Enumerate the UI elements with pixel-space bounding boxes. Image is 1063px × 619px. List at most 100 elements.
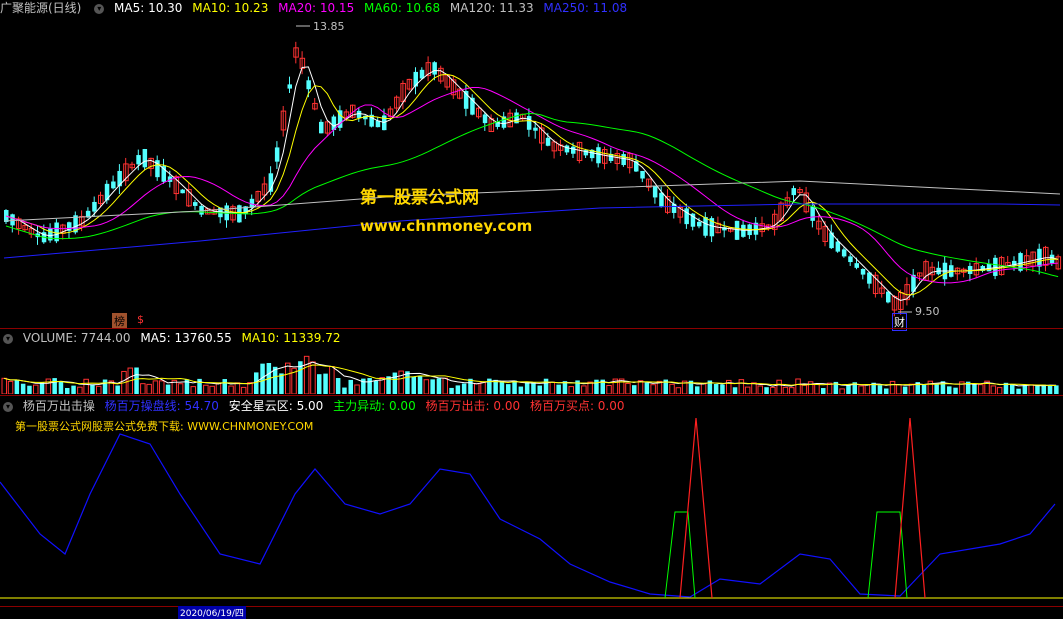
indicator-line4: 杨百万出击: 0.00 (425, 399, 521, 413)
candle-body-down (810, 206, 815, 221)
ma250-label: MA250: 11.08 (543, 1, 628, 15)
volume-bar-up (303, 355, 310, 394)
volume-bar-up (329, 366, 335, 394)
low-price-label: 9.50 (915, 305, 940, 318)
date-axis[interactable]: 2020/06/19/四 (0, 606, 1063, 619)
volume-bar-down (373, 380, 379, 394)
volume-bar-down (27, 385, 32, 394)
candle-body-down (835, 241, 841, 252)
watermark-title: 第一股票公式网 (360, 188, 479, 208)
candle-body-down (10, 214, 15, 226)
volume-bar-up (789, 387, 795, 394)
candle-body-down (482, 114, 488, 124)
candle-body-down (193, 202, 198, 206)
candle-body-down (1037, 248, 1042, 267)
vol-ma10-label: MA10: 11339.72 (241, 331, 341, 345)
indicator-line1: 杨百万操盘线: 54.70 (104, 399, 219, 413)
chevron-down-icon[interactable]: ▾ (3, 401, 13, 412)
volume-chart[interactable] (0, 346, 1063, 394)
indicator-line2: 安全星云区: 5.00 (228, 399, 324, 413)
ma5-label: MA5: 10.30 (114, 1, 183, 15)
volume-bar-down (764, 387, 769, 394)
volume-bar-up (625, 382, 631, 394)
volume-bar-down (348, 379, 353, 394)
volume-bar-up (770, 386, 776, 394)
vol-ma10-line (3, 364, 1057, 386)
vol-ma5-line (3, 361, 1057, 387)
volume-bar-down (877, 385, 883, 394)
candle-body-down (92, 201, 97, 212)
volume-bar-down (335, 378, 341, 394)
volume-bar-up (215, 382, 222, 394)
volume-bar-up (247, 382, 253, 394)
volume-bar-up (757, 385, 763, 394)
dollar-badge[interactable]: $ (137, 313, 144, 326)
rank-badge[interactable]: 榜 (112, 313, 127, 329)
volume-bar-up (140, 383, 146, 394)
high-price-label: 13.85 (313, 20, 345, 33)
candle-body-down (306, 80, 311, 90)
volume-bar-down (512, 380, 517, 394)
volume-bar-down (695, 386, 700, 394)
indicator-line5: 杨百万买点: 0.00 (529, 399, 625, 413)
candle-body-down (564, 145, 570, 153)
volume-bar-up (96, 385, 102, 394)
volume-bar-up (776, 379, 782, 394)
candle-body-down (684, 208, 689, 225)
indicator-name[interactable]: 杨百万出击操 (23, 399, 95, 413)
candle-body-down (274, 147, 280, 162)
volume-bar-up (190, 386, 196, 394)
volume-bar-down (342, 387, 347, 394)
volume-bar-up (228, 385, 234, 394)
indicator-chart[interactable] (0, 414, 1063, 606)
candle-body-down (287, 84, 292, 89)
candle-body-down (136, 155, 141, 165)
candle-body-down (703, 217, 708, 236)
ma60-line (5, 113, 1059, 278)
volume-bar-down (506, 384, 511, 394)
volume-bar-up (152, 380, 159, 394)
volume-bar-down (165, 384, 171, 394)
volume-bar-up (83, 378, 89, 394)
volume-bar-down (632, 385, 637, 394)
volume-bar-up (587, 381, 593, 394)
indicator-line3: 主力异动: 0.00 (333, 399, 416, 413)
candle-body-down (111, 181, 116, 189)
volume-bar-up (177, 383, 184, 394)
volume-bar-up (889, 380, 896, 394)
volume-bar-down (461, 383, 467, 394)
chevron-down-icon[interactable]: ▾ (3, 333, 13, 344)
panel-divider[interactable] (0, 395, 1063, 396)
candle-body-down (659, 192, 664, 208)
candle-body-down (848, 256, 853, 263)
volume-bar-down (1054, 385, 1059, 394)
volume-bar-up (1, 377, 7, 394)
candle-body-down (734, 220, 740, 240)
volume-bar-up (700, 383, 707, 394)
candle-body-down (791, 188, 796, 196)
candle-body-down (621, 154, 626, 166)
volume-bar-up (398, 370, 404, 394)
volume-bar-down (392, 372, 398, 394)
panel-divider[interactable] (0, 328, 1063, 329)
volume-bar-down (411, 376, 416, 394)
candle-body-down (533, 127, 538, 131)
volume-bar-up (801, 384, 808, 394)
chevron-down-icon[interactable]: ▾ (94, 3, 105, 14)
stock-title[interactable]: 广聚能源(日线) (0, 1, 81, 15)
volume-bar-down (20, 383, 26, 394)
volume-bar-down (537, 385, 542, 394)
volume-bar-down (405, 371, 410, 394)
volume-bar-down (254, 372, 259, 394)
volume-bar-down (846, 384, 851, 394)
attack-signal-line (894, 417, 926, 599)
candle-body-down (854, 263, 859, 268)
volume-bar-up (990, 385, 997, 394)
attack-signal-line (679, 417, 713, 599)
volume-bar-down (417, 375, 423, 394)
volume-bar-down (65, 387, 70, 394)
volume-bar-down (531, 382, 536, 394)
volume-bar-down (279, 373, 284, 394)
candlestick-chart[interactable] (0, 16, 1063, 328)
volume-bar-up (146, 383, 152, 394)
